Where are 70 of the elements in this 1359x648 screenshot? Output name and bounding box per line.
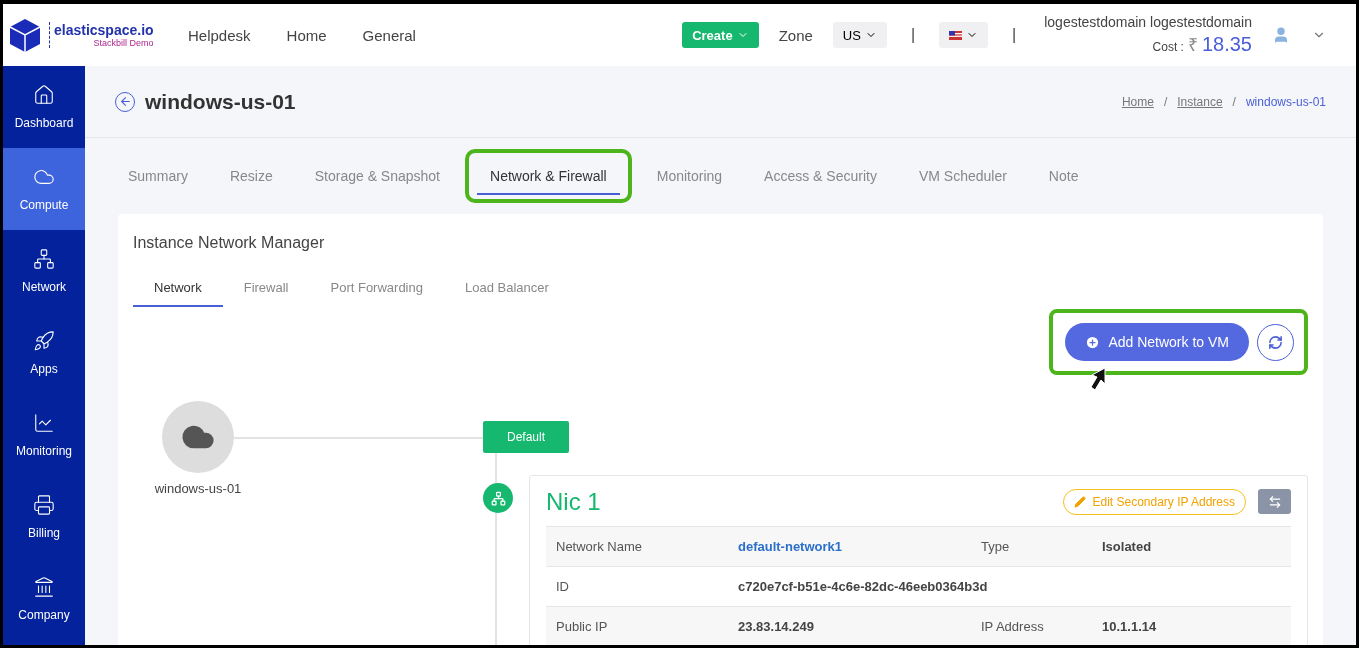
sidebar-item[interactable]: Billing [3, 476, 85, 558]
swap-icon [1267, 494, 1282, 509]
field-label: Type [980, 539, 1011, 554]
nav-link[interactable]: Home [286, 26, 327, 44]
nic-title: Nic 1 [546, 488, 601, 516]
tab[interactable]: Monitoring [635, 153, 744, 199]
network-icon [33, 248, 55, 270]
field-label: Network Name [555, 539, 643, 554]
language-dropdown[interactable] [939, 22, 989, 48]
cube-logo-icon [7, 17, 43, 53]
refresh-button[interactable] [1257, 323, 1294, 361]
sub-tab[interactable]: Load Balancer [443, 270, 570, 307]
arrow-left-icon [118, 95, 132, 108]
swap-button[interactable] [1258, 489, 1291, 514]
separator: | [910, 26, 916, 44]
field-value: 10.1.1.14 [1101, 619, 1158, 634]
sub-tab[interactable]: Port Forwarding [309, 270, 444, 307]
flag-icon [949, 30, 963, 40]
network-badge: Default [483, 421, 570, 453]
cost-label: Cost : [1152, 40, 1184, 54]
breadcrumb-separator: / [1232, 94, 1236, 109]
sidebar-item[interactable]: Compute [3, 148, 85, 230]
add-network-button[interactable]: Add Network to VM [1065, 323, 1249, 361]
breadcrumb-current: windows-us-01 [1245, 94, 1326, 109]
user-name: logestestdomain logestestdomain [1044, 14, 1252, 30]
chart-icon [33, 412, 55, 434]
currency-symbol: ₹ [1187, 34, 1198, 56]
breadcrumb-link[interactable]: Instance [1177, 94, 1223, 109]
sidebar-item[interactable]: Apps [3, 312, 85, 394]
bank-icon [33, 576, 55, 598]
sub-tab[interactable]: Network [133, 270, 223, 307]
pencil-icon [1074, 496, 1087, 508]
sidebar-item[interactable]: Dashboard [3, 66, 85, 148]
tab[interactable]: Access & Security [743, 153, 898, 199]
field-label: Public IP [555, 619, 609, 634]
breadcrumb-separator: / [1163, 94, 1168, 109]
card-title: Instance Network Manager [133, 234, 326, 252]
network-icon [490, 490, 506, 506]
sub-tab[interactable]: Firewall [222, 270, 310, 307]
zone-dropdown[interactable]: US [832, 22, 887, 48]
sidebar-item[interactable]: Company [3, 558, 85, 640]
separator: | [1012, 26, 1017, 44]
printer-icon [33, 494, 55, 516]
nav-link[interactable]: Helpdesk [188, 26, 251, 44]
instance-name: windows-us-01 [154, 481, 242, 496]
cost-value: 18.35 [1201, 33, 1252, 56]
tab[interactable]: VM Scheduler [897, 153, 1028, 199]
tab[interactable]: Summary [107, 153, 209, 199]
field-value: c720e7cf-b51e-4c6e-82dc-46eeb0364b3d [737, 579, 989, 594]
brand-tagline: Stackbill Demo [93, 38, 154, 48]
create-button[interactable]: Create [682, 22, 759, 48]
zone-label: Zone [778, 26, 813, 44]
plus-icon [1085, 334, 1101, 350]
tab[interactable]: Note [1027, 153, 1100, 199]
field-label: IP Address [980, 619, 1045, 634]
brand-name: elasticspace.io [54, 22, 154, 38]
nav-link[interactable]: General [362, 26, 416, 44]
page-title: windows-us-01 [145, 89, 296, 114]
home-icon [33, 84, 55, 106]
tab[interactable]: Resize [208, 153, 294, 199]
refresh-icon [1268, 334, 1283, 350]
tab[interactable]: Storage & Snapshot [293, 153, 461, 199]
field-label: ID [555, 579, 570, 594]
sidebar-item[interactable]: Monitoring [3, 394, 85, 476]
rocket-icon [33, 330, 55, 352]
field-value: Isolated [1101, 539, 1153, 554]
breadcrumb-link[interactable]: Home [1121, 94, 1154, 109]
network-link[interactable]: default-network1 [728, 539, 971, 554]
field-value: 23.83.14.249 [737, 619, 815, 634]
sidebar-item[interactable]: Network [3, 230, 85, 312]
